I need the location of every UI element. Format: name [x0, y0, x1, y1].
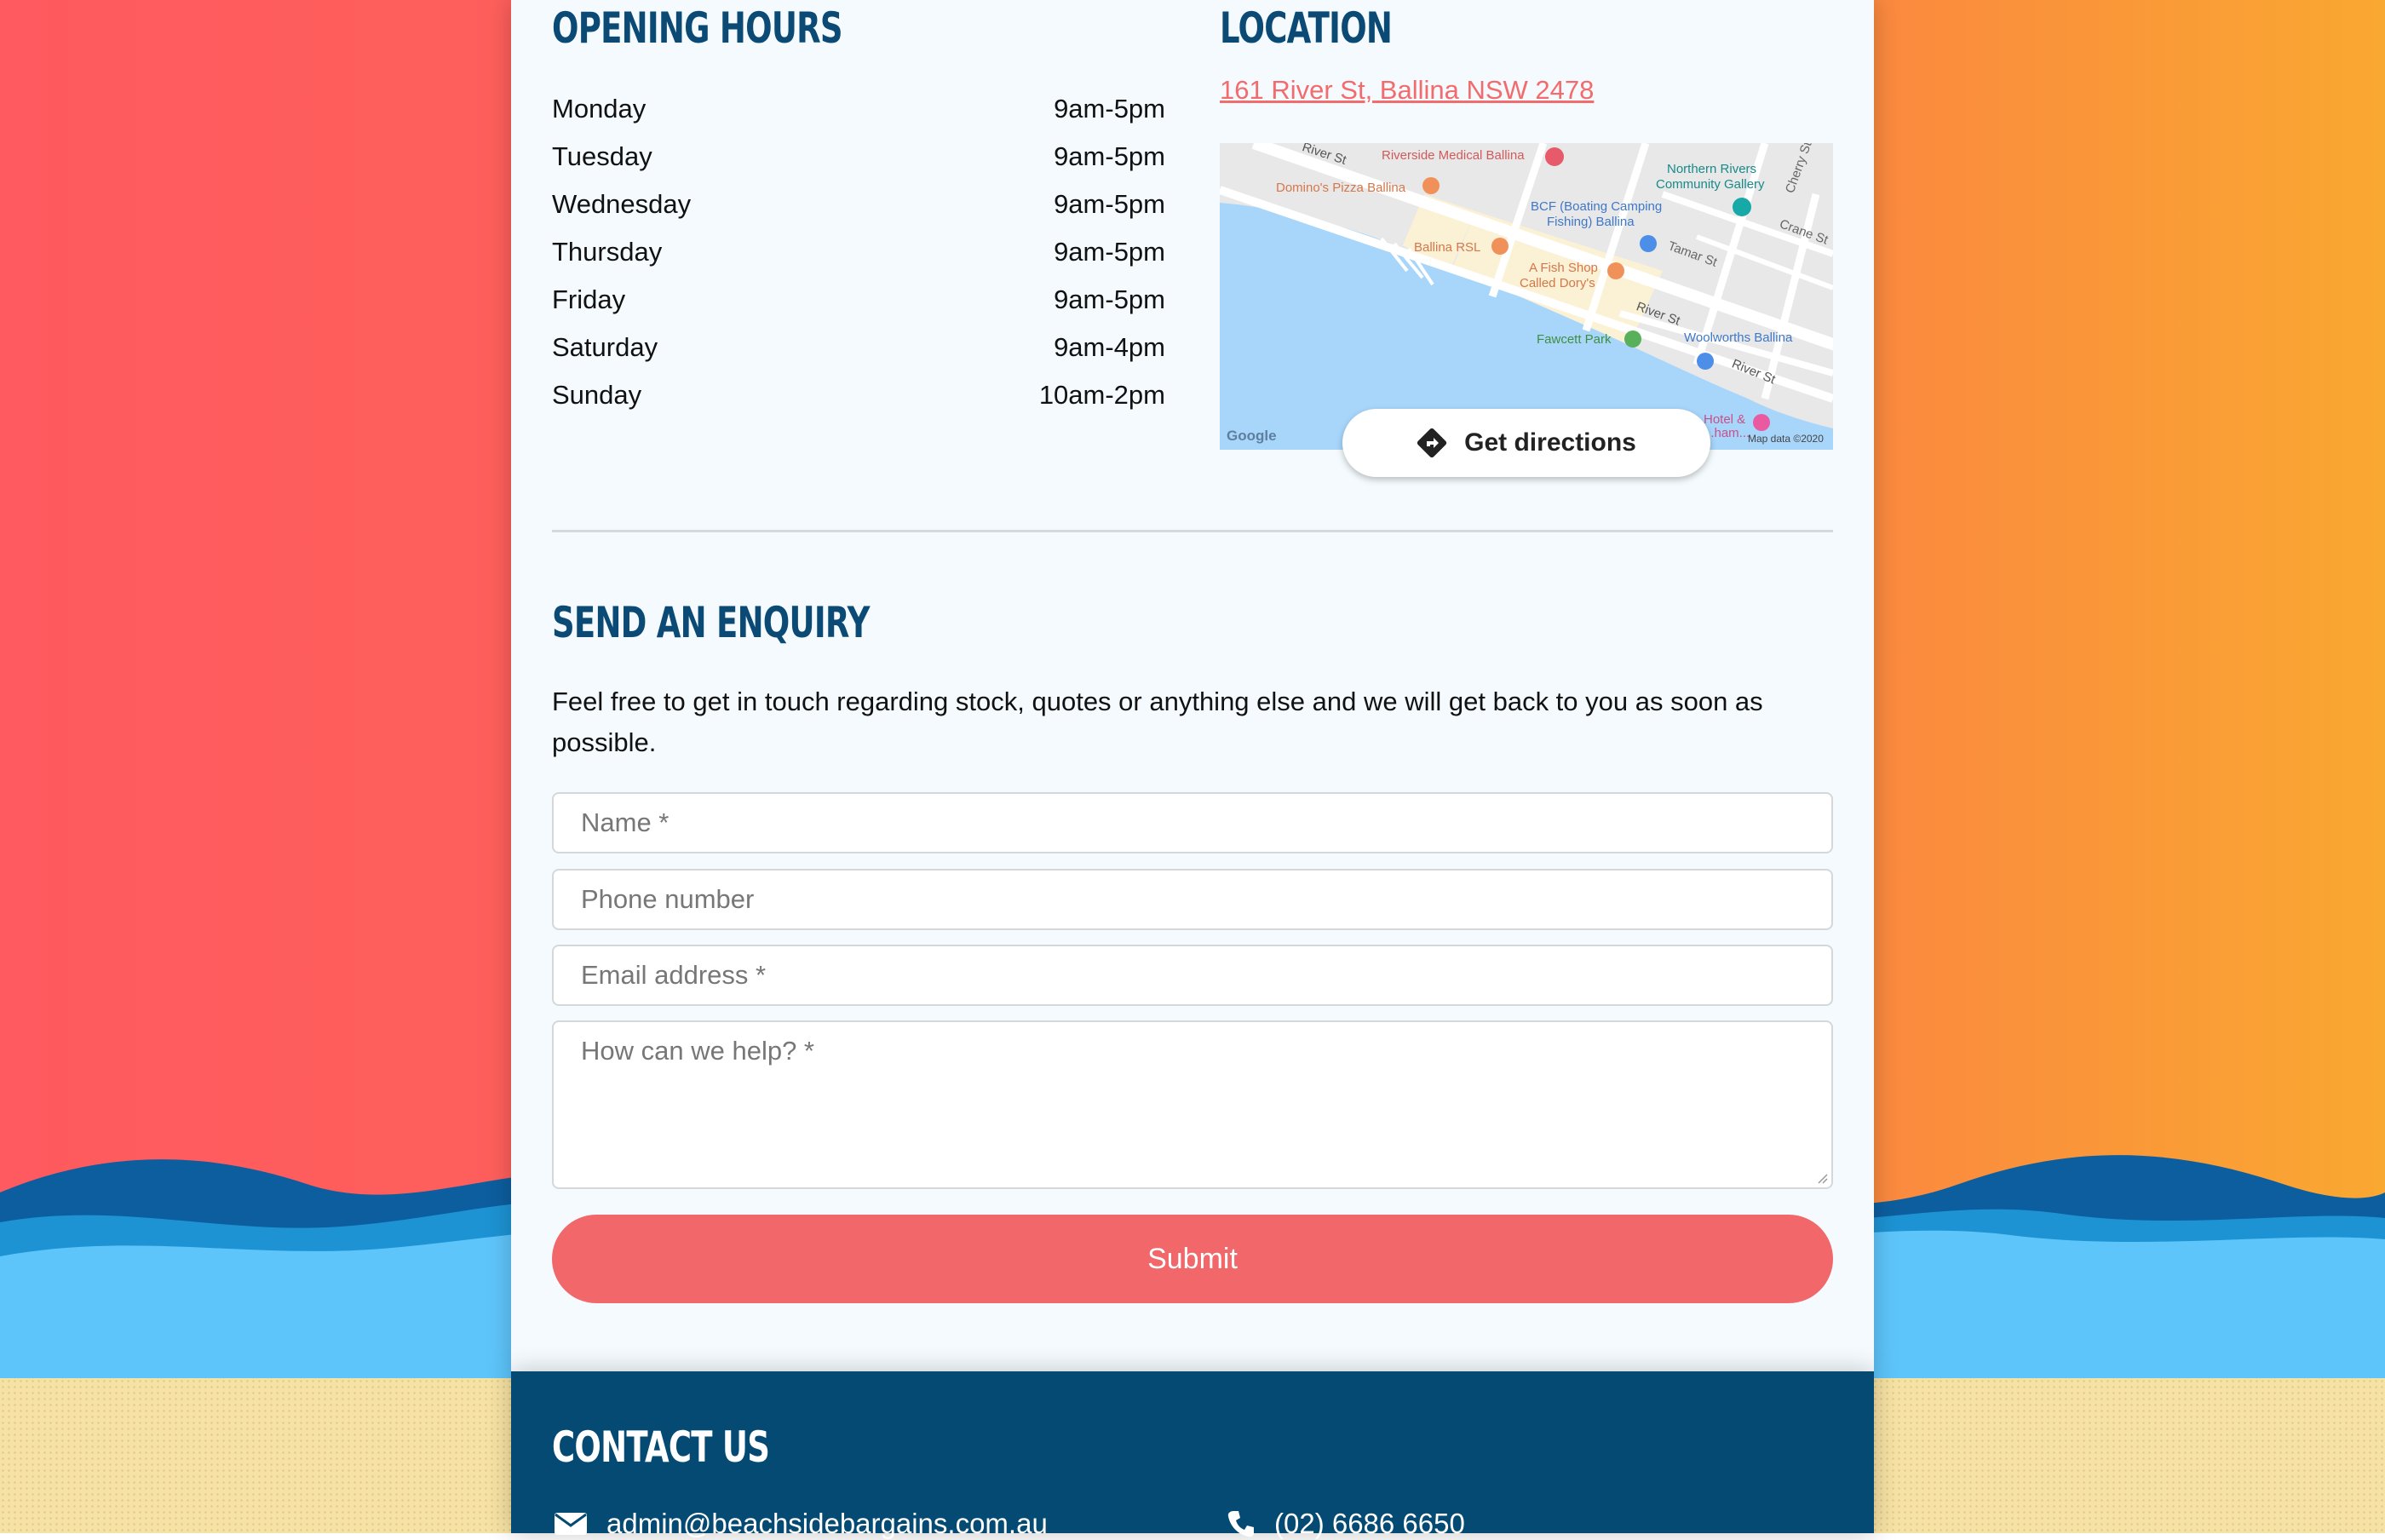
map-poi-label: ...ham... — [1704, 426, 1750, 440]
submit-button[interactable]: Submit — [552, 1215, 1833, 1303]
hours-value: 9am-4pm — [1054, 332, 1165, 362]
google-logo: Google — [1227, 428, 1277, 444]
map-poi-label: Riverside Medical Ballina — [1382, 148, 1525, 163]
location-map[interactable]: River St Riverside Medical Ballina North… — [1220, 143, 1833, 450]
location-heading: Location — [1220, 3, 1393, 53]
day-label: Monday — [552, 94, 647, 124]
phone-placeholder: Phone number — [581, 884, 755, 914]
resize-grip-icon[interactable] — [1816, 1172, 1828, 1184]
hours-value: 9am-5pm — [1054, 189, 1165, 219]
email-placeholder: Email address * — [581, 960, 767, 990]
hours-row: Sunday 10am-2pm — [552, 371, 1165, 419]
enquiry-intro: Feel free to get in touch regarding stoc… — [552, 687, 1763, 757]
hours-value: 9am-5pm — [1054, 94, 1165, 124]
day-label: Sunday — [552, 380, 642, 410]
section-divider — [552, 530, 1833, 532]
hours-row: Friday 9am-5pm — [552, 276, 1165, 324]
map-poi-label: Called Dory's — [1520, 276, 1595, 290]
map-poi-label: Hotel & — [1704, 412, 1746, 427]
map-poi-label: BCF (Boating Camping — [1531, 199, 1663, 214]
name-placeholder: Name * — [581, 807, 670, 837]
hours-row: Monday 9am-5pm — [552, 85, 1165, 133]
phone-field[interactable]: Phone number — [552, 869, 1833, 930]
day-label: Saturday — [552, 332, 658, 362]
message-placeholder: How can we help? * — [581, 1036, 814, 1066]
day-label: Thursday — [552, 237, 663, 267]
contact-heading: Contact us — [552, 1422, 770, 1472]
map-poi-label: Ballina RSL — [1414, 240, 1481, 255]
hours-row: Thursday 9am-5pm — [552, 228, 1165, 276]
hours-row: Tuesday 9am-5pm — [552, 133, 1165, 181]
get-directions-label: Get directions — [1464, 428, 1636, 457]
day-label: Tuesday — [552, 141, 652, 171]
contact-email-text: admin@beachsidebargains.com.au — [606, 1508, 1048, 1539]
hours-row: Saturday 9am-4pm — [552, 324, 1165, 371]
contact-phone-text: (02) 6686 6650 — [1274, 1508, 1465, 1539]
hours-value: 9am-5pm — [1054, 284, 1165, 314]
email-field[interactable]: Email address * — [552, 945, 1833, 1006]
day-label: Friday — [552, 284, 626, 314]
map-poi-label: Community Gallery — [1656, 177, 1765, 192]
opening-hours-heading: Opening Hours — [552, 3, 843, 53]
hours-value: 9am-5pm — [1054, 141, 1165, 171]
hours-value: 9am-5pm — [1054, 237, 1165, 267]
hours-value: 10am-2pm — [1038, 380, 1165, 410]
map-poi-label: Domino's Pizza Ballina — [1276, 181, 1406, 195]
contact-email[interactable]: admin@beachsidebargains.com.au — [554, 1508, 1048, 1540]
day-label: Wednesday — [552, 189, 692, 219]
map-attribution: Map data ©2020 — [1748, 433, 1824, 445]
enquiry-heading: Send an enquiry — [552, 598, 870, 647]
map-poi-label: Northern Rivers — [1667, 162, 1757, 176]
name-field[interactable]: Name * — [552, 792, 1833, 853]
contact-phone[interactable]: (02) 6686 6650 — [1227, 1508, 1465, 1540]
map-poi-label: Fishing) Ballina — [1547, 215, 1635, 229]
get-directions-button[interactable]: Get directions — [1342, 409, 1710, 477]
directions-icon — [1417, 428, 1447, 458]
address-link[interactable]: 161 River St, Ballina NSW 2478 — [1220, 75, 1594, 106]
phone-icon — [1227, 1511, 1254, 1537]
message-field[interactable]: How can we help? * — [552, 1020, 1833, 1189]
hours-row: Wednesday 9am-5pm — [552, 181, 1165, 228]
map-poi-label: Woolworths Ballina — [1684, 330, 1793, 345]
map-poi-label: Fawcett Park — [1537, 332, 1612, 347]
map-poi-label: A Fish Shop — [1529, 261, 1598, 275]
